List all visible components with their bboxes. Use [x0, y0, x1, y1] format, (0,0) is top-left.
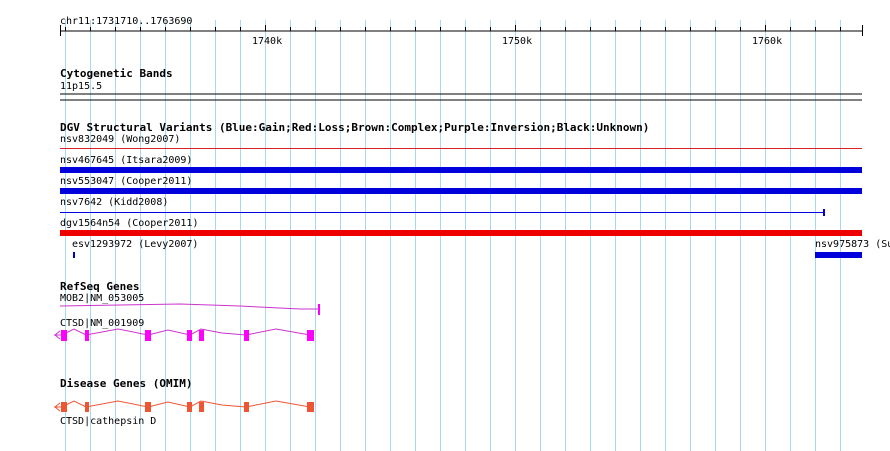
disease-gene-exon[interactable]	[187, 402, 192, 412]
disease-gene-exon[interactable]	[61, 402, 67, 412]
genome-browser-panel: chr11:1731710..1763690 1740k 1750k 1760k…	[0, 0, 890, 451]
disease-gene-exon[interactable]	[244, 402, 249, 412]
disease-gene-exon[interactable]	[307, 402, 314, 412]
disease-gene-label[interactable]: CTSD|cathepsin D	[60, 416, 156, 427]
disease-gene-exon[interactable]	[199, 402, 204, 412]
disease-gene-exon[interactable]	[85, 402, 89, 412]
disease-gene-exon[interactable]	[145, 402, 151, 412]
disease-gene-intron	[54, 400, 314, 408]
omim-track[interactable]	[0, 0, 890, 420]
